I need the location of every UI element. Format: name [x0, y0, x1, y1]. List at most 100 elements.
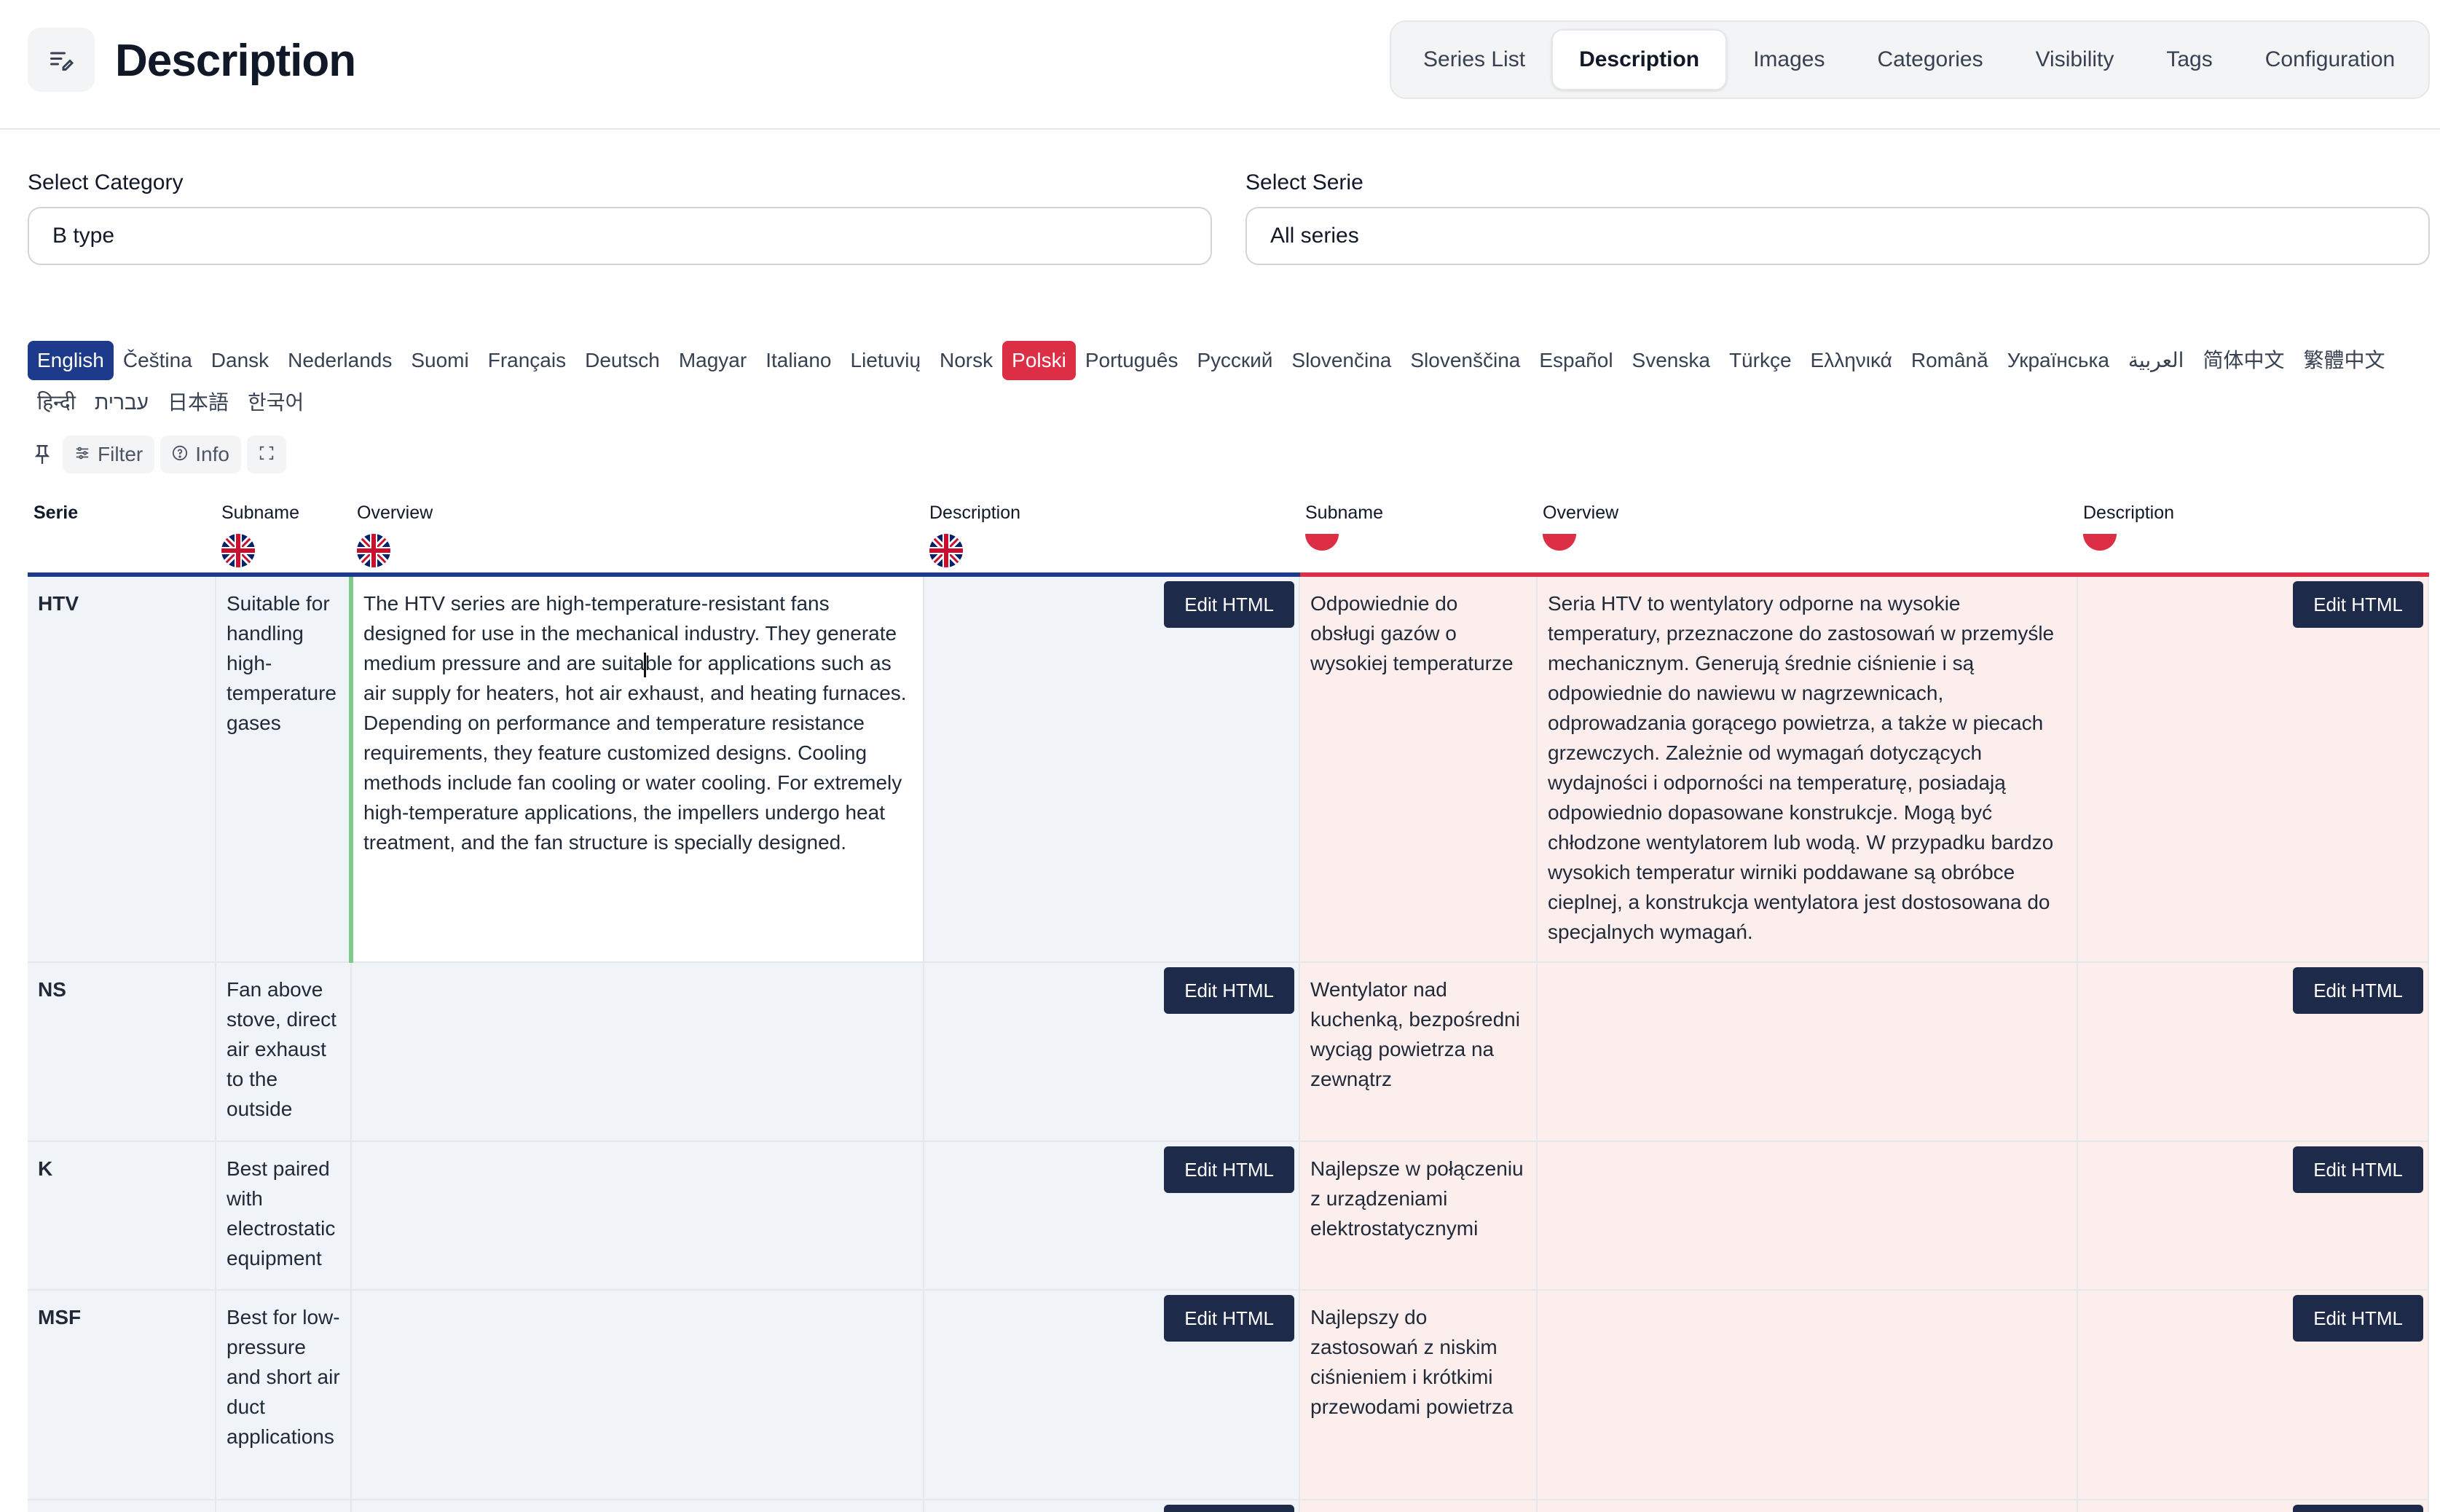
en-subname-cell[interactable]: Best paired with electrostatic equipment — [216, 1141, 352, 1291]
lang-romanian[interactable]: Română — [1902, 341, 1998, 380]
column-header-serie[interactable]: Serie — [28, 487, 216, 577]
uk-flag-icon — [357, 534, 918, 572]
column-header-en-overview[interactable]: Overview — [351, 487, 924, 577]
lang-italian[interactable]: Italiano — [756, 341, 841, 380]
filter-icon — [74, 443, 90, 466]
pl-subname-cell[interactable]: Wentylator nad kuchenką, bezpośredni wyc… — [1299, 962, 1538, 1142]
pl-subname-cell[interactable]: Najlepszy do zastosowań z niskim ciśnien… — [1299, 1290, 1538, 1500]
lang-korean[interactable]: 한국어 — [238, 383, 313, 422]
edit-html-button[interactable]: Edit HTML — [2293, 1295, 2423, 1342]
edit-html-button[interactable]: Edit HTML — [1164, 581, 1294, 628]
poland-flag-icon — [1543, 534, 2071, 556]
pl-description-cell[interactable]: Edit HTML — [2077, 962, 2429, 1142]
edit-html-button[interactable]: Edit HTML — [2293, 581, 2423, 628]
column-header-pl-description[interactable]: Description — [2077, 487, 2428, 577]
pl-description-cell[interactable]: Edit HTML — [2077, 1290, 2429, 1500]
lang-spanish[interactable]: Español — [1530, 341, 1622, 380]
lang-slovak[interactable]: Slovenčina — [1282, 341, 1401, 380]
tab-visibility[interactable]: Visibility — [2010, 29, 2141, 90]
en-overview-cell[interactable] — [351, 962, 924, 1142]
lang-dutch[interactable]: Nederlands — [278, 341, 401, 380]
table-row: MSF Best for low-pressure and short air … — [28, 1290, 2429, 1500]
edit-html-button[interactable]: Edit HTML — [1164, 1146, 1294, 1193]
tab-categories[interactable]: Categories — [1851, 29, 2009, 90]
edit-html-button[interactable]: Edit HTML — [1164, 967, 1294, 1014]
pl-subname-cell[interactable]: Najlepsze w połączeniu z urządzeniami el… — [1299, 1141, 1538, 1291]
pl-overview-cell[interactable]: Seria HTV to wentylatory odporne na wyso… — [1537, 575, 2078, 963]
en-description-cell[interactable]: Edit HTML — [924, 1500, 1300, 1512]
pin-icon[interactable] — [28, 436, 57, 473]
column-header-pl-overview[interactable]: Overview — [1537, 487, 2077, 577]
edit-html-button[interactable]: Edit HTML — [1164, 1295, 1294, 1342]
lang-german[interactable]: Deutsch — [575, 341, 669, 380]
en-overview-cell[interactable] — [351, 1290, 924, 1500]
lang-chinese-simplified[interactable]: 简体中文 — [2193, 341, 2294, 380]
lang-greek[interactable]: Ελληνικά — [1801, 341, 1902, 380]
edit-html-button[interactable]: Edit HTML — [2293, 1505, 2423, 1512]
lang-hindi[interactable]: हिन्दी — [28, 383, 85, 422]
lang-japanese[interactable]: 日本語 — [158, 383, 238, 422]
lang-danish[interactable]: Dansk — [202, 341, 278, 380]
edit-html-button[interactable]: Edit HTML — [1164, 1505, 1294, 1512]
en-description-cell[interactable]: Edit HTML — [924, 575, 1300, 963]
lang-chinese-traditional[interactable]: 繁體中文 — [2294, 341, 2394, 380]
lang-polish[interactable]: Polski — [1002, 341, 1076, 380]
en-description-cell[interactable]: Edit HTML — [924, 962, 1300, 1142]
lang-russian[interactable]: Русский — [1187, 341, 1282, 380]
tab-description[interactable]: Description — [1551, 29, 1728, 90]
en-overview-cell[interactable] — [351, 1141, 924, 1291]
en-subname-cell[interactable]: Best for low-pressure and short air duct… — [216, 1290, 352, 1500]
lang-hungarian[interactable]: Magyar — [669, 341, 756, 380]
table-row: NS Fan above stove, direct air exhaust t… — [28, 962, 2429, 1142]
en-overview-editor[interactable]: The HTV series are high-temperature-resi… — [349, 572, 924, 963]
lang-turkish[interactable]: Türkçe — [1720, 341, 1801, 380]
serie-value: All series — [1270, 224, 1359, 248]
lang-ukrainian[interactable]: Українська — [1998, 341, 2119, 380]
tab-series-list[interactable]: Series List — [1397, 29, 1551, 90]
lang-hebrew[interactable]: עברית — [85, 383, 158, 422]
pl-subname-cell[interactable]: Odpowiednie do obsługi gazów o wysokiej … — [1299, 575, 1538, 963]
table-toolbar: Filter Info — [28, 436, 286, 473]
en-overview-cell[interactable] — [351, 1500, 924, 1512]
tab-tags[interactable]: Tags — [2140, 29, 2238, 90]
lang-arabic[interactable]: العربية — [2119, 341, 2194, 380]
column-header-en-description[interactable]: Description — [924, 487, 1299, 577]
pl-subname-cell[interactable] — [1299, 1500, 1538, 1512]
lang-portuguese[interactable]: Português — [1076, 341, 1188, 380]
column-header-pl-subname[interactable]: Subname — [1299, 487, 1537, 577]
filter-button[interactable]: Filter — [63, 436, 155, 473]
edit-list-icon[interactable] — [28, 28, 95, 92]
pl-description-cell[interactable]: Edit HTML — [2077, 575, 2429, 963]
info-button[interactable]: Info — [160, 436, 241, 473]
lang-french[interactable]: Français — [479, 341, 575, 380]
lang-norwegian[interactable]: Norsk — [930, 341, 1002, 380]
pl-overview-cell[interactable] — [1537, 1290, 2078, 1500]
pl-overview-cell[interactable] — [1537, 962, 2078, 1142]
column-header-en-subname[interactable]: Subname — [216, 487, 351, 577]
serie-select[interactable]: All series — [1245, 207, 2430, 265]
en-subname-cell[interactable] — [216, 1500, 352, 1512]
category-select[interactable]: B type — [28, 207, 1212, 265]
en-subname-cell[interactable]: Suitable for handling high-temperature g… — [216, 575, 352, 963]
edit-html-button[interactable]: Edit HTML — [2293, 1146, 2423, 1193]
lang-czech[interactable]: Čeština — [114, 341, 202, 380]
description-table: Serie Subname Overview Description Subna… — [28, 487, 2429, 1512]
pl-overview-cell[interactable] — [1537, 1141, 2078, 1291]
fullscreen-button[interactable] — [246, 436, 286, 473]
lang-lithuanian[interactable]: Lietuvių — [841, 341, 931, 380]
uk-flag-icon — [221, 534, 345, 572]
lang-english[interactable]: English — [28, 341, 114, 380]
pl-description-cell[interactable]: Edit HTML — [2077, 1141, 2429, 1291]
lang-slovenian[interactable]: Slovenščina — [1401, 341, 1530, 380]
table-header-row: Serie Subname Overview Description Subna… — [28, 487, 2428, 577]
pl-description-cell[interactable]: Edit HTML — [2077, 1500, 2429, 1512]
tab-configuration[interactable]: Configuration — [2239, 29, 2421, 90]
lang-swedish[interactable]: Svenska — [1623, 341, 1720, 380]
lang-finnish[interactable]: Suomi — [401, 341, 478, 380]
edit-html-button[interactable]: Edit HTML — [2293, 967, 2423, 1014]
tab-images[interactable]: Images — [1727, 29, 1851, 90]
pl-overview-cell[interactable] — [1537, 1500, 2078, 1512]
en-description-cell[interactable]: Edit HTML — [924, 1141, 1300, 1291]
en-description-cell[interactable]: Edit HTML — [924, 1290, 1300, 1500]
en-subname-cell[interactable]: Fan above stove, direct air exhaust to t… — [216, 962, 352, 1142]
